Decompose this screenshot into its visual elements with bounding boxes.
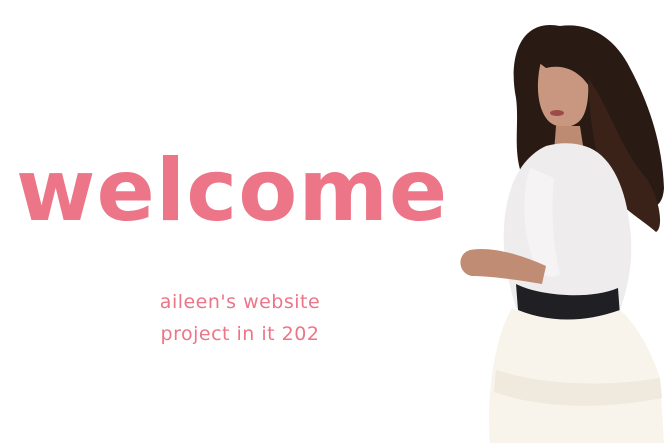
lips — [550, 110, 564, 116]
welcome-heading: welcome — [16, 141, 449, 241]
subtitle-line-website: aileen's website — [159, 291, 321, 313]
portrait-photo — [460, 24, 664, 443]
subtitle-line-project: project in it 202 — [160, 323, 320, 345]
landing-page: welcome aileen's website project in it 2… — [0, 0, 664, 443]
subtitle: aileen's website project in it 202 — [110, 286, 370, 350]
